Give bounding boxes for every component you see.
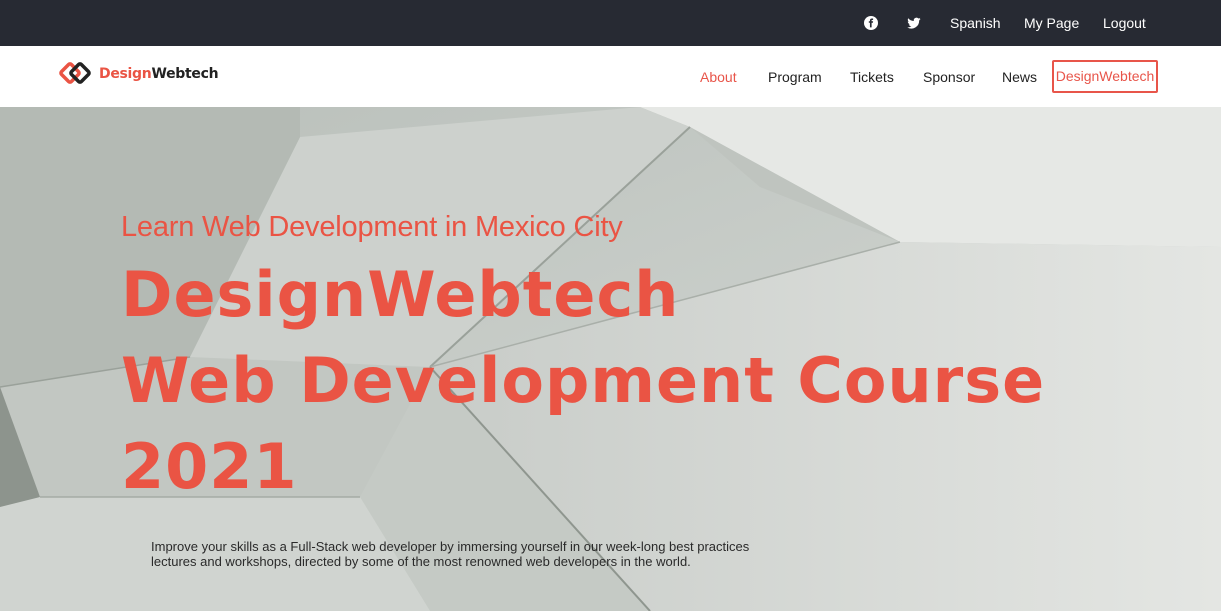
hero-section: Learn Web Development in Mexico City Des…: [0, 107, 1221, 611]
hero-title: DesignWebtech Web Development Course 202…: [121, 252, 1081, 510]
language-switch-link[interactable]: Spanish: [950, 14, 1001, 32]
hero-subtitle: Learn Web Development in Mexico City: [121, 211, 623, 243]
brand-logo-icon: [59, 62, 91, 84]
top-utility-bar: Spanish My Page Logout: [0, 0, 1221, 46]
twitter-icon[interactable]: [906, 15, 922, 31]
brand-wordmark-part1: Design: [99, 66, 152, 82]
brand-wordmark-part2: Webtech: [151, 66, 219, 82]
nav-item-sponsor[interactable]: Sponsor: [923, 68, 975, 86]
brand-wordmark: DesignWebtech: [99, 66, 219, 82]
main-navbar: DesignWebtech About Program Tickets Spon…: [0, 46, 1221, 108]
my-page-link[interactable]: My Page: [1024, 14, 1079, 32]
hero-description-line-2: lectures and workshops, directed by some…: [151, 554, 691, 569]
nav-item-about[interactable]: About: [700, 68, 737, 86]
nav-item-tickets[interactable]: Tickets: [850, 68, 894, 86]
logout-link[interactable]: Logout: [1103, 14, 1146, 32]
facebook-icon[interactable]: [863, 15, 879, 31]
hero-title-line-2: Web Development Course: [121, 344, 1046, 417]
hero-title-line-1: DesignWebtech: [121, 258, 680, 331]
hero-description-line-1: Improve your skills as a Full-Stack web …: [151, 539, 750, 554]
designwebtech-cta-button[interactable]: DesignWebtech: [1052, 60, 1158, 93]
nav-item-news[interactable]: News: [1002, 68, 1037, 86]
hero-description: Improve your skills as a Full-Stack web …: [151, 539, 751, 569]
brand-logo[interactable]: DesignWebtech: [59, 60, 219, 88]
nav-item-program[interactable]: Program: [768, 68, 822, 86]
hero-title-line-3: 2021: [121, 430, 298, 503]
